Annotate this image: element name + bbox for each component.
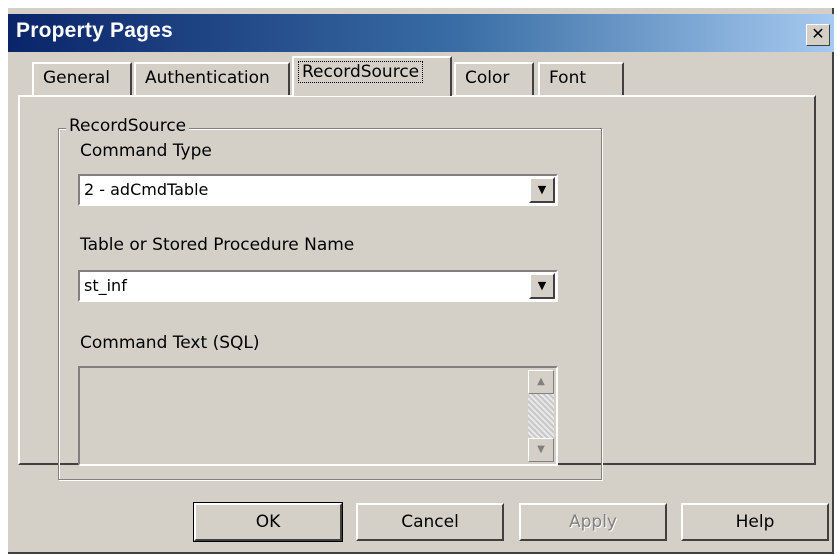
close-icon: ✕ xyxy=(811,24,825,43)
help-button[interactable]: Help xyxy=(681,503,829,541)
tab-authentication[interactable]: Authentication xyxy=(134,62,290,96)
command-type-value: 2 - adCmdTable xyxy=(84,180,209,199)
command-type-dropdown-button[interactable]: ▼ xyxy=(529,177,555,203)
apply-button[interactable]: Apply xyxy=(519,503,667,541)
command-type-label: Command Type xyxy=(80,141,212,161)
arrow-down-icon: ▼ xyxy=(537,444,545,455)
scroll-down-button[interactable]: ▼ xyxy=(528,438,554,462)
groupbox-legend: RecordSource xyxy=(66,116,190,136)
table-name-label: Table or Stored Procedure Name xyxy=(80,235,355,255)
cancel-button[interactable]: Cancel xyxy=(356,503,504,541)
command-text-input[interactable]: ▲ ▼ xyxy=(78,366,558,466)
command-type-dropdown[interactable]: 2 - adCmdTable ▼ xyxy=(78,174,558,206)
tab-color[interactable]: Color xyxy=(454,62,534,96)
ok-button[interactable]: OK xyxy=(193,502,343,542)
table-name-dropdown-button[interactable]: ▼ xyxy=(529,273,555,299)
command-text-label: Command Text (SQL) xyxy=(80,333,260,353)
tab-color-label: Color xyxy=(465,68,510,88)
table-name-dropdown[interactable]: st_inf ▼ xyxy=(78,270,558,302)
command-text-scrollbar[interactable]: ▲ ▼ xyxy=(528,370,554,462)
chevron-down-icon: ▼ xyxy=(537,183,547,196)
tab-recordsource[interactable]: RecordSource xyxy=(292,56,452,96)
close-button[interactable]: ✕ xyxy=(806,24,830,46)
window-title: Property Pages xyxy=(16,19,173,42)
chevron-down-icon: ▼ xyxy=(537,279,547,292)
tab-general[interactable]: General xyxy=(32,62,132,96)
tab-authentication-label: Authentication xyxy=(145,68,270,88)
table-name-value: st_inf xyxy=(84,276,127,295)
arrow-up-icon: ▲ xyxy=(537,376,545,387)
tab-general-label: General xyxy=(43,68,110,88)
scroll-up-button[interactable]: ▲ xyxy=(528,370,554,394)
tab-font-label: Font xyxy=(549,68,587,88)
tab-recordsource-label: RecordSource xyxy=(298,61,424,83)
tab-font[interactable]: Font xyxy=(538,62,624,96)
title-bar[interactable]: Property Pages ✕ xyxy=(8,14,834,52)
